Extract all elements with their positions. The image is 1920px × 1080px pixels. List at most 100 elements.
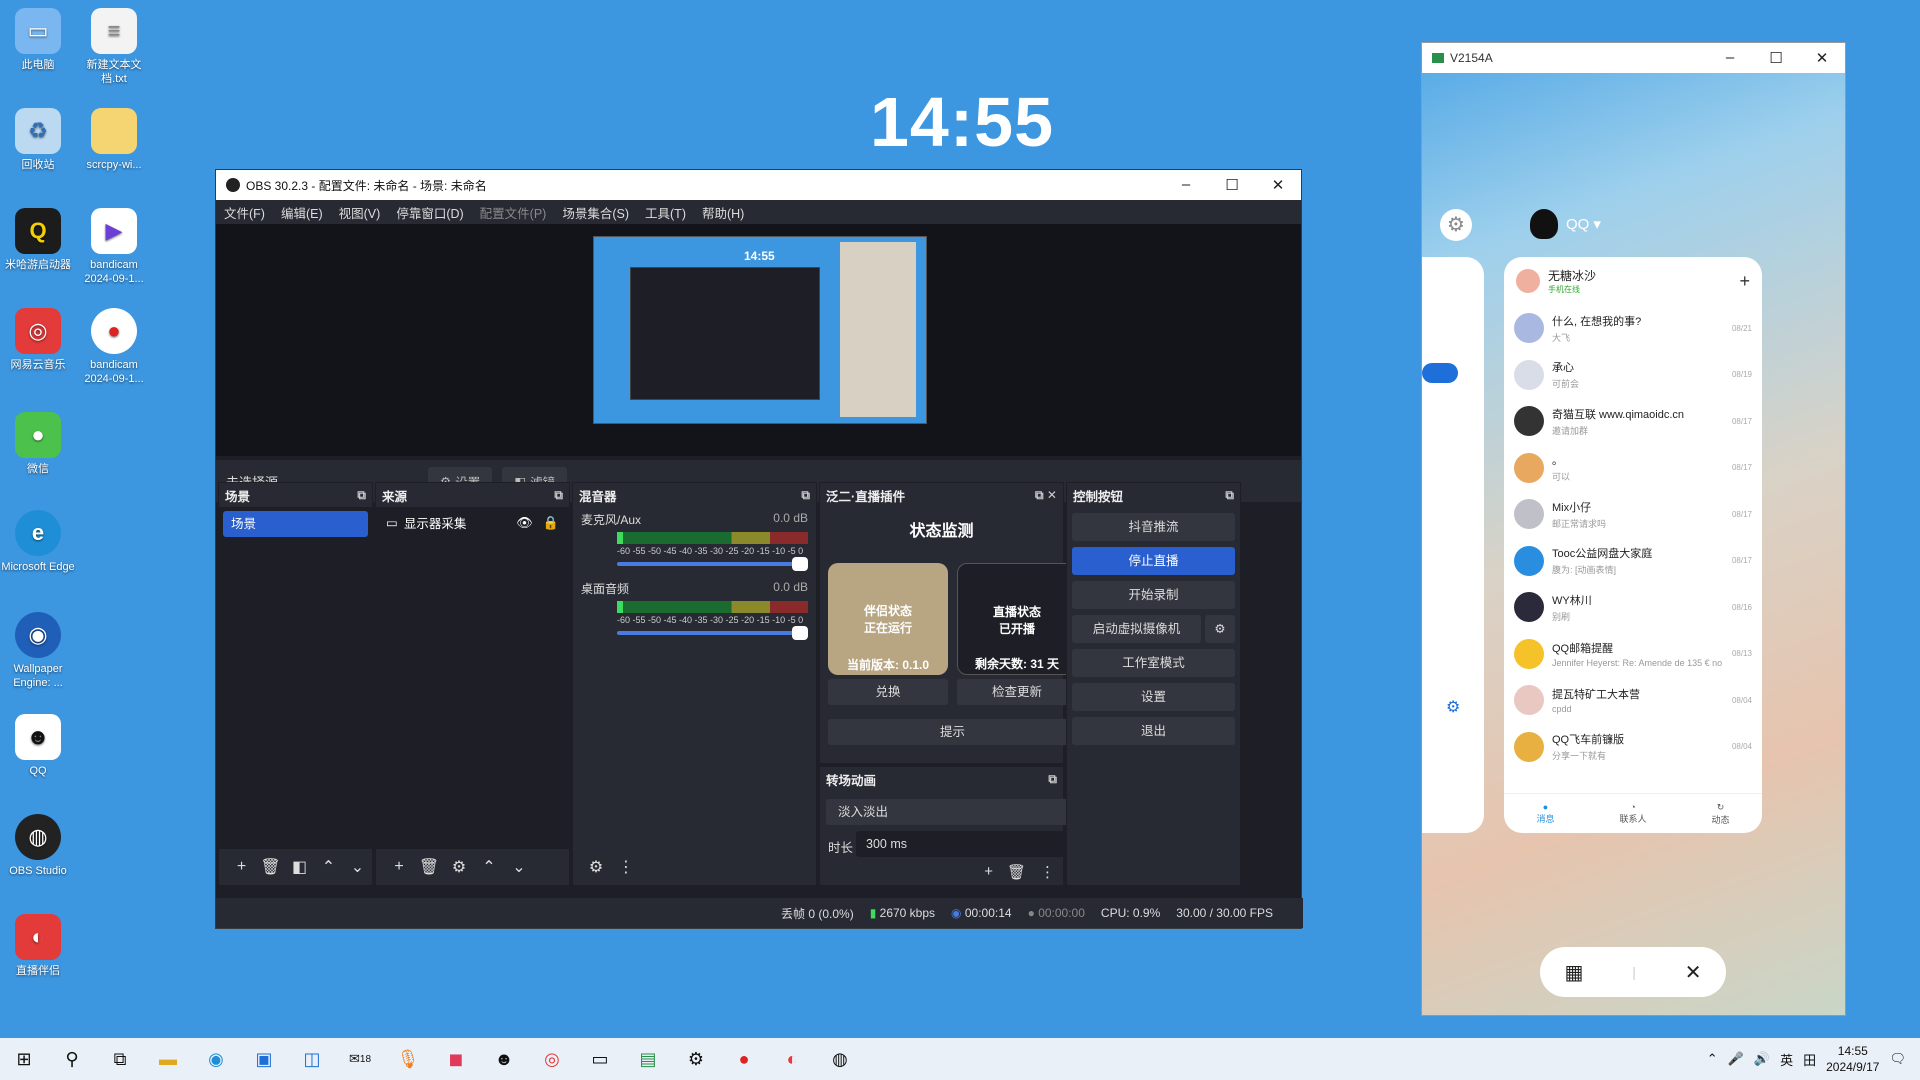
terminal-icon[interactable]: ▭ (576, 1038, 624, 1080)
ime-indicator[interactable]: 英 (1780, 1050, 1793, 1069)
menu-file[interactable]: 文件(F) (224, 203, 265, 222)
grid-icon[interactable]: ▦ (1564, 960, 1583, 985)
undock-icon[interactable]: ⧉ (554, 488, 563, 503)
trash-icon[interactable]: 🗑 (414, 857, 444, 877)
notification-icon[interactable]: 🗨 (1889, 1051, 1906, 1067)
transition-select[interactable]: 淡入淡出 ▾ (826, 799, 1084, 825)
menu-profile[interactable]: 配置文件(P) (480, 203, 547, 222)
down-arrow-icon[interactable]: ⌄ (504, 857, 534, 877)
undock-icon[interactable]: ⧉ (357, 488, 366, 503)
menu-view[interactable]: 视图(V) (339, 203, 381, 222)
desktop-icon-wallpaper[interactable]: ◉ Wallpaper Engine: ... (0, 612, 76, 690)
bandicam-icon[interactable]: ● (720, 1038, 768, 1080)
tip-button[interactable]: 提示 (828, 719, 1077, 745)
trash-icon[interactable]: 🗑 (1007, 863, 1026, 881)
qq-icon[interactable]: ☻ (480, 1038, 528, 1080)
desktop-icon-new-text[interactable]: ≡ 新建文本文档.txt (76, 8, 152, 86)
close-icon[interactable]: ✕ (1799, 49, 1845, 67)
desktop-icon-qq[interactable]: ☻ QQ (0, 714, 76, 778)
desktop-icon-bandicam[interactable]: ● bandicam 2024-09-1... (76, 308, 152, 386)
task-view-icon[interactable]: ⧉ (96, 1038, 144, 1080)
maximize-icon[interactable]: ☐ (1209, 176, 1255, 194)
desktop-icon-bandicam-video[interactable]: ▶ bandicam 2024-09-1... (76, 208, 152, 286)
douyin-stream-button[interactable]: 抖音推流 (1072, 513, 1235, 541)
desktop-icon-live[interactable]: ◐ 直播伴侣 (0, 914, 76, 978)
ime-mode-icon[interactable]: 田 (1803, 1050, 1816, 1069)
advanced-audio-icon[interactable]: ⚙ (581, 857, 611, 877)
live-companion-icon[interactable]: ◐ (768, 1038, 816, 1080)
menu-help[interactable]: 帮助(H) (702, 203, 744, 222)
app-icon[interactable]: ◼ (432, 1038, 480, 1080)
file-explorer-icon[interactable]: ▬ (144, 1038, 192, 1080)
add-icon[interactable]: + (227, 858, 256, 876)
volume-slider[interactable] (617, 626, 808, 640)
undock-icon[interactable]: ⧉ (1225, 488, 1234, 503)
menu-scene-collection[interactable]: 场景集合(S) (562, 203, 629, 222)
trash-icon[interactable]: 🗑 (256, 857, 285, 877)
studio-mode-button[interactable]: 工作室模式 (1072, 649, 1235, 677)
search-icon[interactable]: ⚲ (48, 1038, 96, 1080)
minimize-icon[interactable]: – (1707, 49, 1753, 67)
chevron-up-icon[interactable]: ⌃ (1707, 1051, 1718, 1067)
source-item[interactable]: ▭ 显示器采集 👁 🔒 (376, 507, 569, 538)
volume-slider[interactable] (617, 557, 808, 571)
more-options-icon[interactable]: ⋮ (611, 857, 641, 877)
menu-edit[interactable]: 编辑(E) (281, 203, 323, 222)
maximize-icon[interactable]: ☐ (1753, 49, 1799, 67)
slider-knob[interactable] (792, 557, 808, 571)
close-all-icon[interactable]: ✕ (1685, 960, 1702, 985)
desktop-icon-launcher[interactable]: Q 米哈游启动器 (0, 208, 76, 272)
microphone-icon[interactable]: 🎤 (1728, 1051, 1744, 1067)
add-icon[interactable]: + (384, 858, 414, 876)
preview-area[interactable]: 14:55 (216, 224, 1301, 456)
gear-icon[interactable]: ⚙ (444, 857, 474, 877)
duration-input[interactable]: 300 ms (856, 831, 1084, 857)
scene-filter-icon[interactable]: ◧ (285, 857, 314, 877)
edge-icon[interactable]: ◉ (192, 1038, 240, 1080)
mail-icon[interactable]: ✉ 18 (336, 1038, 384, 1080)
volume-icon[interactable]: 🔊 (1754, 1051, 1770, 1067)
undock-icon[interactable]: ⧉ (801, 488, 810, 503)
preview-canvas[interactable]: 14:55 (593, 236, 927, 424)
desktop-icon-obs[interactable]: ◍ OBS Studio (0, 814, 76, 878)
settings-button[interactable]: 设置 (1072, 683, 1235, 711)
start-recording-button[interactable]: 开始录制 (1072, 581, 1235, 609)
qq-app-card[interactable]: 无糖冰沙 手机在线 + 什么, 在想我的事? 大飞 08/21 承心 可前会 08/19… (1504, 257, 1762, 833)
desktop-icon-wechat[interactable]: ● 微信 (0, 412, 76, 476)
check-update-button[interactable]: 检查更新 (957, 679, 1077, 705)
previous-app-card[interactable]: ⚙ (1422, 257, 1484, 833)
undock-icon[interactable]: ⧉ ✕ (1035, 488, 1057, 503)
menu-docks[interactable]: 停靠窗口(D) (396, 203, 463, 222)
redeem-button[interactable]: 兑换 (828, 679, 948, 705)
desktop-icon-netease[interactable]: ◎ 网易云音乐 (0, 308, 76, 372)
add-icon[interactable]: + (984, 863, 993, 881)
start-icon[interactable]: ⊞ (0, 1038, 48, 1080)
scrcpy-icon[interactable]: ▤ (624, 1038, 672, 1080)
more-options-icon[interactable]: ⋮ (1040, 863, 1055, 881)
desktop-icon-edge[interactable]: e Microsoft Edge (0, 510, 76, 574)
gear-icon[interactable]: ⚙ (1205, 615, 1235, 643)
tray-clock[interactable]: 14:55 2024/9/17 (1826, 1043, 1879, 1075)
exit-button[interactable]: 退出 (1072, 717, 1235, 745)
netease-music-icon[interactable]: ◎ (528, 1038, 576, 1080)
obs-icon[interactable]: ◍ (816, 1038, 864, 1080)
minimize-icon[interactable]: – (1163, 176, 1209, 194)
scene-item[interactable]: 场景 (223, 511, 368, 537)
microphone-app-icon[interactable]: 🎙 (384, 1038, 432, 1080)
recent-settings-icon[interactable]: ⚙ (1440, 209, 1472, 241)
up-arrow-icon[interactable]: ⌃ (474, 857, 504, 877)
desktop-icon-recycle-bin[interactable]: ♻ 回收站 (0, 108, 76, 172)
lock-icon[interactable]: 🔒 (543, 515, 559, 531)
desktop-icon-scrcpy[interactable]: scrcpy-wi... (76, 108, 152, 172)
up-arrow-icon[interactable]: ⌃ (314, 857, 343, 877)
stop-stream-button[interactable]: 停止直播 (1072, 547, 1235, 575)
down-arrow-icon[interactable]: ⌄ (343, 857, 372, 877)
settings-icon[interactable]: ⚙ (672, 1038, 720, 1080)
close-icon[interactable]: ✕ (1255, 176, 1301, 194)
eye-icon[interactable]: 👁 (516, 515, 533, 531)
store-icon[interactable]: ▣ (240, 1038, 288, 1080)
virtual-camera-button[interactable]: 启动虚拟摄像机 (1072, 615, 1201, 643)
desktop-icon-this-pc[interactable]: ▭ 此电脑 (0, 8, 76, 72)
undock-icon[interactable]: ⧉ (1048, 772, 1057, 787)
slider-knob[interactable] (792, 626, 808, 640)
